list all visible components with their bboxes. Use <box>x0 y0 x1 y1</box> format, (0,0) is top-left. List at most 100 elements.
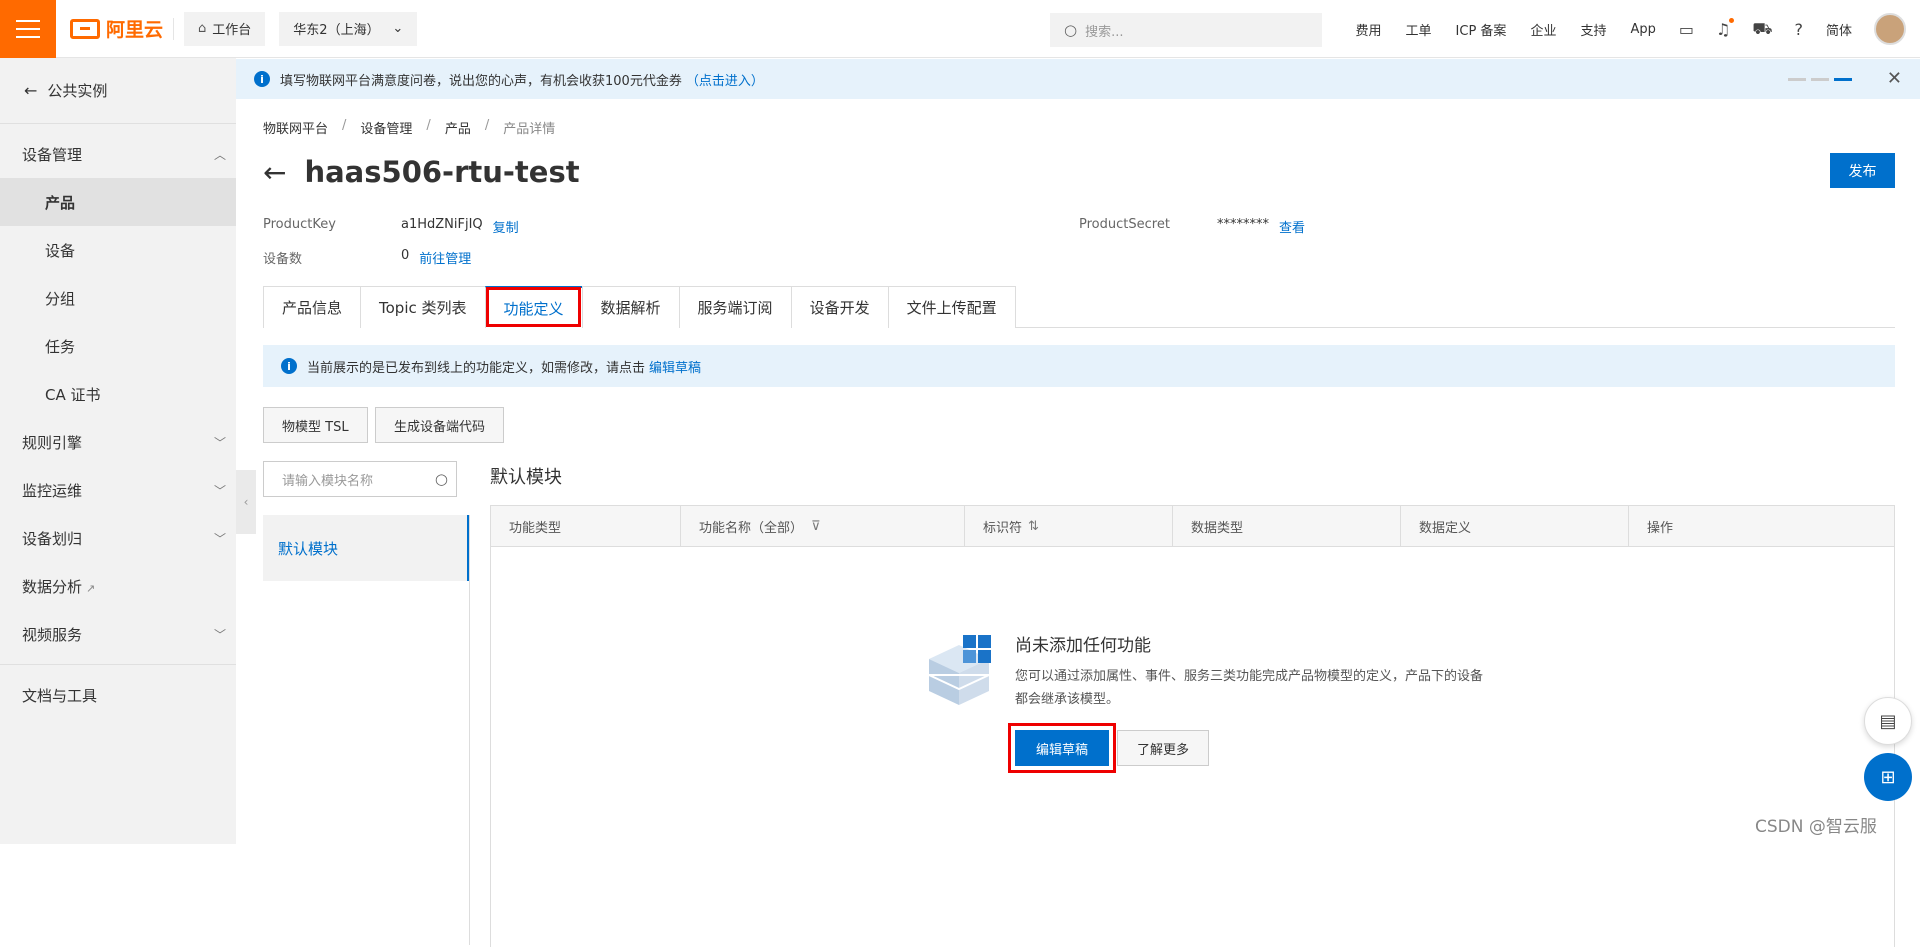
hamburger-icon <box>16 17 40 41</box>
group-label: 监控运维 <box>22 481 83 500</box>
group-label: 设备管理 <box>22 145 83 164</box>
device-count-value: 0 <box>401 248 410 263</box>
product-key-label: ProductKey <box>263 217 336 232</box>
sidebar-group-device-mgmt[interactable]: 设备管理 ︿ <box>0 130 236 178</box>
page-header: ← haas506-rtu-test <box>263 155 580 189</box>
tsl-button[interactable]: 物模型 TSL <box>263 407 368 443</box>
view-secret-link[interactable]: 查看 <box>1279 217 1305 236</box>
group-label: 规则引擎 <box>22 433 83 452</box>
product-key-row: ProductKey a1HdZNiFjIQ 复制 <box>263 217 519 236</box>
sidebar-item-groups[interactable]: 分组 <box>0 274 236 322</box>
edit-draft-button[interactable]: 编辑草稿 <box>1008 723 1116 773</box>
region-selector[interactable]: 华东2（上海） ⌄ <box>279 11 418 46</box>
back-label: 公共实例 <box>47 82 108 100</box>
manage-link[interactable]: 前往管理 <box>419 248 471 267</box>
chevron-left-icon: ‹ <box>243 495 249 509</box>
apps-float-button[interactable]: ⊞ <box>1864 753 1912 801</box>
module-search-input[interactable]: 请输入模块名称 ○ <box>263 461 457 497</box>
divider <box>0 664 236 665</box>
docs-label: 文档与工具 <box>22 686 98 705</box>
group-label: 数据分析 <box>22 577 83 596</box>
edit-draft-link[interactable]: 编辑草稿 <box>649 357 701 376</box>
terminal-icon[interactable]: ▭ <box>1679 20 1694 39</box>
back-arrow-icon[interactable]: ← <box>263 156 286 189</box>
divider <box>173 17 175 40</box>
sidebar-group-analytics[interactable]: 数据分析 ↗ <box>0 562 236 610</box>
close-icon[interactable]: ✕ <box>1887 68 1902 89</box>
publish-button[interactable]: 发布 <box>1830 153 1895 188</box>
tab-data-parsing[interactable]: 数据解析 <box>581 286 679 328</box>
breadcrumb-current: 产品详情 <box>503 122 556 137</box>
nav-fees[interactable]: 费用 <box>1356 20 1382 39</box>
module-title: 默认模块 <box>490 467 562 488</box>
cart-icon[interactable]: ⛟ <box>1752 19 1772 40</box>
language-switch[interactable]: 简体 <box>1826 20 1852 39</box>
info-icon: i <box>281 358 297 374</box>
breadcrumb-item[interactable]: 产品 <box>445 118 471 137</box>
col-actions: 操作 <box>1647 520 1674 536</box>
menu-button[interactable] <box>0 0 56 58</box>
col-identifier[interactable]: 标识符 ⇅ <box>965 506 1173 546</box>
notice-link[interactable]: （点击进入） <box>686 70 764 89</box>
col-function-name[interactable]: 功能名称（全部） ⊽ <box>681 506 965 546</box>
product-tabs: 产品信息 Topic 类列表 功能定义 数据解析 服务端订阅 设备开发 文件上传… <box>263 286 1895 328</box>
logo-text: 阿里云 <box>106 19 164 41</box>
sidebar-group-video[interactable]: 视频服务 ﹀ <box>0 610 236 658</box>
chat-icon: ▤ <box>1879 710 1897 732</box>
notice-text: 填写物联网平台满意度问卷，说出您的心声，有机会收获100元代金券 <box>280 73 682 89</box>
avatar[interactable] <box>1874 13 1906 45</box>
learn-more-button[interactable]: 了解更多 <box>1117 730 1209 766</box>
device-count-row: 设备数 0 前往管理 <box>263 248 471 267</box>
sidebar-docs[interactable]: 文档与工具 <box>0 671 236 719</box>
product-secret-label: ProductSecret <box>1079 217 1170 232</box>
external-link-icon: ↗ <box>86 581 96 595</box>
watermark: CSDN @智云服 <box>1755 817 1877 837</box>
chevron-down-icon: ﹀ <box>213 483 226 498</box>
top-nav: 费用 工单 ICP 备案 企业 支持 App ▭ ♫ ⛟ ? 简体 <box>1344 0 1912 58</box>
generate-code-button[interactable]: 生成设备端代码 <box>375 407 505 443</box>
breadcrumb-item[interactable]: 设备管理 <box>360 118 412 137</box>
tab-product-info[interactable]: 产品信息 <box>263 286 361 328</box>
sidebar-group-rules[interactable]: 规则引擎 ﹀ <box>0 418 236 466</box>
bell-icon[interactable]: ♫ <box>1716 17 1735 39</box>
sidebar-item-tasks[interactable]: 任务 <box>0 322 236 370</box>
empty-state-icon <box>928 635 991 705</box>
tab-server-subscription[interactable]: 服务端订阅 <box>678 286 791 328</box>
aliyun-logo[interactable]: 阿里云 <box>70 15 163 42</box>
tab-file-upload-config[interactable]: 文件上传配置 <box>887 286 1016 328</box>
sidebar-collapse-handle[interactable]: ‹ <box>236 470 256 534</box>
back-to-instance[interactable]: ← 公共实例 <box>0 58 236 124</box>
sidebar-item-devices[interactable]: 设备 <box>0 226 236 274</box>
filter-icon[interactable]: ⊽ <box>811 519 821 534</box>
tab-function-definition[interactable]: 功能定义 <box>484 286 582 328</box>
divider <box>469 515 470 945</box>
sidebar-item-ca[interactable]: CA 证书 <box>0 370 236 418</box>
product-key-value: a1HdZNiFjIQ <box>401 217 483 232</box>
breadcrumb-item[interactable]: 物联网平台 <box>263 118 328 137</box>
tab-device-development[interactable]: 设备开发 <box>790 286 888 328</box>
notice-pager[interactable] <box>1783 78 1852 81</box>
chat-float-button[interactable]: ▤ <box>1864 697 1912 745</box>
workbench-button[interactable]: ⌂ 工作台 <box>184 11 266 46</box>
nav-enterprise[interactable]: 企业 <box>1530 20 1556 39</box>
sidebar-group-monitor[interactable]: 监控运维 ﹀ <box>0 466 236 514</box>
chevron-down-icon: ﹀ <box>213 531 226 546</box>
sidebar-item-products[interactable]: 产品 <box>0 178 236 226</box>
sort-icon[interactable]: ⇅ <box>1028 519 1039 534</box>
info-icon: i <box>254 71 270 87</box>
function-alert: i 当前展示的是已发布到线上的功能定义，如需修改，请点击 编辑草稿 <box>263 345 1895 387</box>
tab-topic-list[interactable]: Topic 类列表 <box>360 286 485 328</box>
nav-tickets[interactable]: 工单 <box>1406 20 1432 39</box>
copy-link[interactable]: 复制 <box>493 217 519 236</box>
nav-support[interactable]: 支持 <box>1580 20 1606 39</box>
search-input[interactable]: ○ 搜索... <box>1050 13 1322 47</box>
device-count-label: 设备数 <box>263 252 303 267</box>
survey-notice: i 填写物联网平台满意度问卷，说出您的心声，有机会收获100元代金券 （点击进入… <box>236 59 1920 99</box>
module-list-item[interactable]: 默认模块 <box>263 515 469 581</box>
sidebar-group-assign[interactable]: 设备划归 ﹀ <box>0 514 236 562</box>
help-icon[interactable]: ? <box>1794 20 1803 39</box>
chevron-down-icon: ⌄ <box>392 21 404 36</box>
nav-icp[interactable]: ICP 备案 <box>1456 20 1507 39</box>
page-title: haas506-rtu-test <box>304 155 580 189</box>
nav-app[interactable]: App <box>1630 22 1655 37</box>
